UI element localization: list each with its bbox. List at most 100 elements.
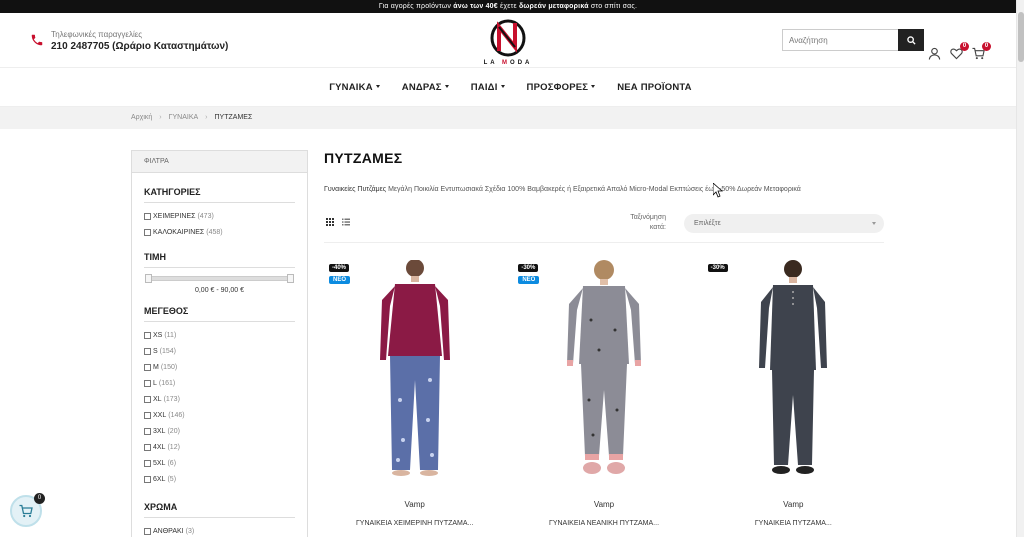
product-image[interactable] <box>703 260 884 482</box>
promo-bold-2: δωρεάν μεταφορικά <box>518 3 589 10</box>
grid-view-icon[interactable] <box>326 218 334 226</box>
search-input[interactable] <box>782 29 898 51</box>
checkbox[interactable] <box>144 527 151 535</box>
checkbox[interactable] <box>144 212 151 220</box>
checkbox[interactable] <box>144 395 151 403</box>
product-brand: Vamp <box>783 500 804 509</box>
account-button[interactable] <box>928 47 941 60</box>
filter-option[interactable]: 4XL (12) <box>144 439 295 455</box>
filter-option-label: 4XL <box>153 443 166 451</box>
filter-option[interactable]: 5XL (6) <box>144 455 295 471</box>
filter-option-count: (458) <box>206 228 223 236</box>
filter-option[interactable]: XS (11) <box>144 327 295 343</box>
product-card[interactable]: -30% Vamp ΓΥΝΑΙΚΕΙΑ ΠΥΤΖΑΜΑ... <box>703 260 884 527</box>
mouse-cursor-icon <box>713 183 723 198</box>
checkbox[interactable] <box>144 347 151 355</box>
new-badge: ΝΕΟ <box>518 276 540 284</box>
nav-item-offers[interactable]: ΠΡΟΣΦΟΡΕΣ <box>527 82 596 93</box>
phone-order-block[interactable]: Τηλεφωνικές παραγγελίες 210 2487705 (Ωρά… <box>30 30 228 53</box>
wishlist-count-badge: 0 <box>960 42 969 51</box>
page-scrollbar[interactable] <box>1016 0 1024 537</box>
filter-option-label: ΑΝΘΡΑΚΙ <box>153 527 184 535</box>
checkbox[interactable] <box>144 331 151 339</box>
checkbox[interactable] <box>144 411 151 419</box>
product-card[interactable]: -30% ΝΕΟ Vamp ΓΥΝΑΙΚΕΙΑ ΝΕΑΝΙΚΗ ΠΥΤΖΑΜΑ.… <box>513 260 694 527</box>
filter-option[interactable]: XXL (146) <box>144 407 295 423</box>
filters-header: ΦΙΛΤΡΑ <box>132 151 307 173</box>
filter-option-label: ΚΑΛΟΚΑΙΡΙΝΕΣ <box>153 228 205 236</box>
filter-option[interactable]: L (161) <box>144 375 295 391</box>
promo-text-3: στο σπίτι σας. <box>588 3 638 10</box>
phone-number[interactable]: 210 2487705 (Ωράριο Καταστημάτων) <box>51 40 228 53</box>
filter-option-label: XXL <box>153 411 167 419</box>
filter-option-count: (12) <box>167 443 180 451</box>
chevron-down-icon <box>444 85 449 89</box>
scrollbar-thumb[interactable] <box>1018 12 1024 62</box>
checkbox[interactable] <box>144 475 151 483</box>
checkbox[interactable] <box>144 459 151 467</box>
nav-item-men[interactable]: ΑΝΔΡΑΣ <box>402 82 449 93</box>
main-nav: ΓΥΝΑΙΚΑ ΑΝΔΡΑΣ ΠΑΙΔΙ ΠΡΟΣΦΟΡΕΣ ΝΕΑ ΠΡΟΪΟ… <box>0 68 1016 107</box>
filter-option[interactable]: 6XL (5) <box>144 471 295 487</box>
checkbox[interactable] <box>144 363 151 371</box>
slider-handle-min[interactable] <box>145 274 152 283</box>
slider-handle-max[interactable] <box>287 274 294 283</box>
breadcrumb-separator: › <box>205 114 208 121</box>
floating-cart-count: 0 <box>34 493 45 504</box>
filter-option[interactable]: XL (173) <box>144 391 295 407</box>
logo-text-1: LA <box>483 60 503 66</box>
nav-item-kids[interactable]: ΠΑΙΔΙ <box>471 82 505 93</box>
filter-option[interactable]: 3XL (20) <box>144 423 295 439</box>
sort-select-value: Επιλέξτε <box>694 220 721 227</box>
checkbox[interactable] <box>144 228 151 236</box>
filter-section-categories: ΚΑΤΗΓΟΡΙΕΣ ΧΕΙΜΕΡΙΝΕΣ (473) ΚΑΛΟΚΑΙΡΙΝΕΣ(… <box>132 173 307 240</box>
page-title: ΠΥΤΖΑΜΕΣ <box>324 150 403 166</box>
nav-item-label: ΝΕΑ ΠΡΟΪΟΝΤΑ <box>617 81 692 93</box>
filter-option-label: M <box>153 363 159 371</box>
site-logo[interactable]: LA MODA <box>483 17 533 67</box>
filter-option[interactable]: ΧΕΙΜΕΡΙΝΕΣ (473) <box>144 208 295 224</box>
filter-option-count: (473) <box>197 212 214 220</box>
product-brand: Vamp <box>404 500 425 509</box>
filter-option-label: ΧΕΙΜΕΡΙΝΕΣ <box>153 212 196 220</box>
breadcrumb-category[interactable]: ΓΥΝΑΙΚΑ <box>169 114 199 121</box>
breadcrumb-current: ΠΥΤΖΑΜΕΣ <box>214 114 253 121</box>
checkbox[interactable] <box>144 427 151 435</box>
logo-text-3: ODA <box>510 60 533 66</box>
filter-option[interactable]: M (150) <box>144 359 295 375</box>
floating-cart-button[interactable]: 0 <box>10 493 45 527</box>
price-slider[interactable] <box>144 273 295 283</box>
logo-text: LA MODA <box>483 60 533 66</box>
filter-option-label: S <box>153 347 158 355</box>
checkbox[interactable] <box>144 379 151 387</box>
filter-section-color: ΧΡΩΜΑ ΑΝΘΡΑΚΙ (3) <box>132 487 307 537</box>
filter-section-title: ΧΡΩΜΑ <box>144 502 295 518</box>
nav-item-label: ΠΡΟΣΦΟΡΕΣ <box>526 81 589 93</box>
chevron-down-icon <box>591 85 596 89</box>
product-name[interactable]: ΓΥΝΑΙΚΕΙΑ ΠΥΤΖΑΜΑ... <box>703 520 884 527</box>
product-name[interactable]: ΓΥΝΑΙΚΕΙΑ ΧΕΙΜΕΡΙΝΗ ΠΥΤΖΑΜΑ... <box>324 520 505 527</box>
product-image[interactable] <box>324 260 505 482</box>
sort-select[interactable]: Επιλέξτε <box>684 214 884 233</box>
product-card[interactable]: -40% ΝΕΟ Vamp ΓΥΝΑΙΚΕΙΑ ΧΕΙΜΕΡΙΝΗ ΠΥΤΖΑΜ… <box>324 260 505 527</box>
user-icon <box>928 47 941 60</box>
chevron-down-icon <box>375 85 380 89</box>
pajama-figure-icon <box>379 260 450 476</box>
category-description-text: Μεγάλη Ποικιλία Εντυπωσιακά Σχέδια 100% … <box>386 186 801 193</box>
filter-option[interactable]: ΚΑΛΟΚΑΙΡΙΝΕΣ (458) <box>144 224 295 240</box>
search-button[interactable] <box>898 29 924 51</box>
cart-button[interactable]: 0 <box>972 42 991 60</box>
breadcrumb-separator: › <box>159 114 162 121</box>
nav-item-women[interactable]: ΓΥΝΑΙΚΑ <box>329 82 380 93</box>
wishlist-button[interactable]: 0 <box>950 42 969 60</box>
product-image[interactable] <box>513 260 694 482</box>
list-view-icon[interactable] <box>342 218 350 226</box>
checkbox[interactable] <box>144 443 151 451</box>
breadcrumb-home[interactable]: Αρχική <box>131 114 152 121</box>
filter-option-count: (6) <box>167 459 177 467</box>
product-name[interactable]: ΓΥΝΑΙΚΕΙΑ ΝΕΑΝΙΚΗ ΠΥΤΖΑΜΑ... <box>513 520 694 527</box>
nav-item-new-products[interactable]: ΝΕΑ ΠΡΟΪΟΝΤΑ <box>617 82 692 93</box>
phone-icon <box>31 34 43 46</box>
filter-option[interactable]: S (154) <box>144 343 295 359</box>
filter-option[interactable]: ΑΝΘΡΑΚΙ (3) <box>144 523 295 537</box>
